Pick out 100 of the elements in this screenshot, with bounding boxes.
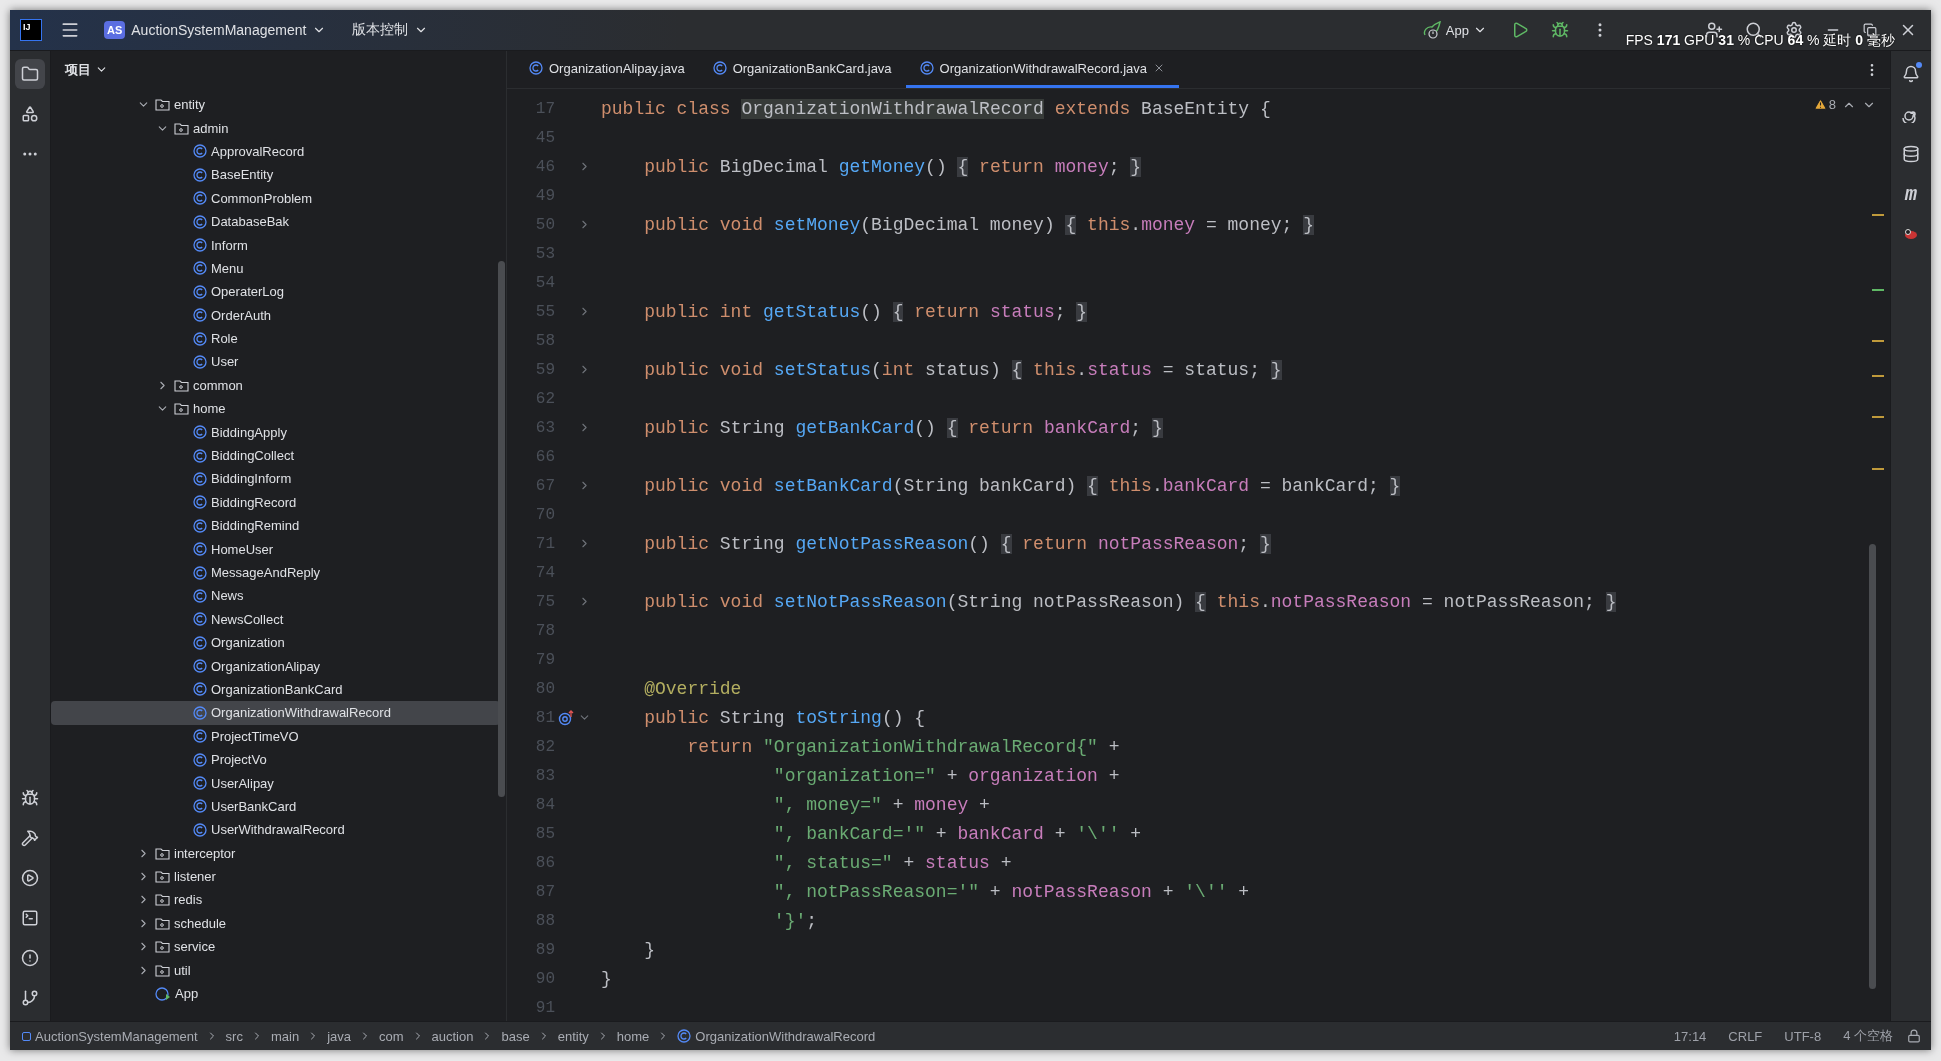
tree-item[interactable]: BaseEntity: [51, 163, 500, 187]
tree-item[interactable]: BiddingCollect: [51, 443, 500, 468]
breadcrumb-item[interactable]: main: [268, 1028, 302, 1044]
class-icon: [193, 518, 207, 533]
class-icon: [193, 308, 207, 323]
tree-item[interactable]: User: [51, 350, 500, 374]
tree-item[interactable]: MessageAndReply: [51, 560, 500, 585]
cursor-position[interactable]: 17:14: [1665, 1028, 1715, 1044]
code-line: @Override: [643, 678, 742, 699]
class-icon: [193, 448, 207, 463]
tree-item[interactable]: Role: [51, 326, 500, 351]
folder-icon: [174, 402, 189, 416]
tree-item[interactable]: ProjectTimeVO: [51, 724, 500, 748]
code-line: public void setStatus(int status) { this.status = status; }: [643, 359, 1282, 380]
tree-item[interactable]: Organization: [51, 631, 500, 655]
breadcrumb-item[interactable]: java: [325, 1028, 353, 1044]
folder-icon: [155, 916, 170, 930]
tree-item[interactable]: CommonProblem: [51, 186, 500, 210]
tree-item[interactable]: OrganizationAlipay: [51, 654, 500, 678]
class-icon: [193, 612, 207, 627]
editor-tab[interactable]: OrganizationBankCard.java: [698, 51, 906, 88]
tree-item[interactable]: home: [51, 397, 500, 421]
tree-item[interactable]: BiddingApply: [51, 420, 500, 444]
tree-item[interactable]: OrderAuth: [51, 303, 500, 327]
breadcrumb-item[interactable]: entity: [555, 1028, 591, 1044]
tree-item[interactable]: schedule: [51, 911, 500, 936]
folder-icon: [155, 98, 170, 112]
code-line: public String getNotPassReason() { return notPassReason; }: [643, 533, 1271, 554]
warning-count[interactable]: 8: [1813, 97, 1836, 112]
vcs-menu[interactable]: 版本控制: [346, 17, 435, 43]
code-line: public int getStatus() { return status; }: [643, 301, 1088, 322]
maven-tool-button[interactable]: m: [1896, 179, 1926, 209]
class-icon: [193, 776, 207, 790]
class-icon: [193, 635, 207, 650]
tree-item[interactable]: UserWithdrawalRecord: [51, 818, 500, 842]
tree-item[interactable]: BiddingRecord: [51, 490, 500, 515]
tree-item[interactable]: HomeUser: [51, 537, 500, 561]
code-line: public String toString() {: [643, 707, 926, 728]
breadcrumb-item[interactable]: AuctionSystemManagement: [20, 1028, 200, 1044]
file-encoding[interactable]: UTF-8: [1776, 1028, 1830, 1044]
tree-item[interactable]: Inform: [51, 233, 500, 257]
app-logo[interactable]: IJ: [20, 19, 42, 41]
breadcrumb-item[interactable]: src: [223, 1028, 245, 1044]
class-icon: [677, 1029, 692, 1043]
tree-item[interactable]: service: [51, 935, 500, 959]
breadcrumb-item[interactable]: base: [499, 1028, 532, 1044]
tree-item[interactable]: UserBankCard: [51, 794, 500, 819]
project-view-selector[interactable]: 项目: [59, 59, 114, 80]
indent-setting[interactable]: 4 个空格: [1835, 1027, 1901, 1045]
class-icon: [193, 238, 207, 253]
tree-item[interactable]: DatabaseBak: [51, 209, 500, 234]
tree-item[interactable]: entity: [51, 93, 500, 117]
tree-item[interactable]: OperaterLog: [51, 280, 500, 304]
breadcrumb-item[interactable]: com: [377, 1028, 406, 1044]
override-icon[interactable]: [558, 709, 576, 726]
tree-item[interactable]: BiddingInform: [51, 467, 500, 491]
class-icon: [193, 682, 207, 697]
breadcrumb-item[interactable]: home: [614, 1028, 652, 1044]
lock-icon[interactable]: [1907, 1029, 1921, 1043]
folder-icon: [155, 893, 170, 907]
code-line: public BigDecimal getMoney() { return money; }: [643, 156, 1142, 177]
project-switcher[interactable]: AS AuctionSystemManagement: [98, 17, 333, 43]
tree-item[interactable]: listener: [51, 864, 500, 889]
scrollbar-thumb[interactable]: [1869, 544, 1876, 989]
tree-item[interactable]: util: [51, 958, 500, 982]
tree-item[interactable]: ProjectVo: [51, 747, 500, 772]
code-line: public void setMoney(BigDecimal money) { this.money = money; }: [643, 214, 1314, 235]
tree-item[interactable]: OrganizationBankCard: [51, 677, 500, 702]
tree-item[interactable]: interceptor: [51, 841, 500, 865]
tree-item[interactable]: NewsCollect: [51, 607, 500, 631]
class-icon: [193, 495, 207, 510]
tree-item[interactable]: News: [51, 584, 500, 608]
class-icon: [193, 144, 207, 159]
tree-item[interactable]: ApprovalRecord: [51, 139, 500, 164]
project-folder-icon[interactable]: [15, 59, 45, 89]
class-icon: [193, 752, 207, 767]
editor-tab[interactable]: OrganizationAlipay.java: [515, 51, 699, 88]
tree-item[interactable]: redis: [51, 888, 500, 912]
class-icon: [193, 822, 207, 837]
breadcrumb-item[interactable]: auction: [429, 1028, 476, 1044]
line-separator[interactable]: CRLF: [1720, 1028, 1771, 1044]
breadcrumb-item[interactable]: OrganizationWithdrawalRecord: [675, 1028, 878, 1044]
editor-tab[interactable]: OrganizationWithdrawalRecord.java: [905, 51, 1179, 88]
tree-item[interactable]: OrganizationWithdrawalRecord: [51, 701, 500, 725]
class-icon: [193, 355, 207, 369]
scrollbar-thumb[interactable]: [498, 261, 505, 797]
tree-item[interactable]: App: [51, 981, 500, 1006]
tree-item[interactable]: BiddingRemind: [51, 514, 500, 538]
code-line: public class OrganizationWithdrawalRecord extends BaseEntity {: [600, 98, 1271, 119]
folder-icon: [174, 378, 189, 392]
tree-item[interactable]: common: [51, 373, 500, 398]
run-config-selector[interactable]: App: [1415, 20, 1493, 40]
code-line: ", bankCard='" + bankCard + '\'' +: [772, 823, 1142, 844]
class-icon: [712, 61, 727, 75]
code-line: ", status=" + status +: [772, 852, 1012, 873]
close-icon[interactable]: [1153, 62, 1165, 74]
tree-item[interactable]: Menu: [51, 256, 500, 281]
class-icon: [193, 191, 207, 206]
tree-item[interactable]: UserAlipay: [51, 771, 500, 795]
tree-item[interactable]: admin: [51, 116, 500, 140]
